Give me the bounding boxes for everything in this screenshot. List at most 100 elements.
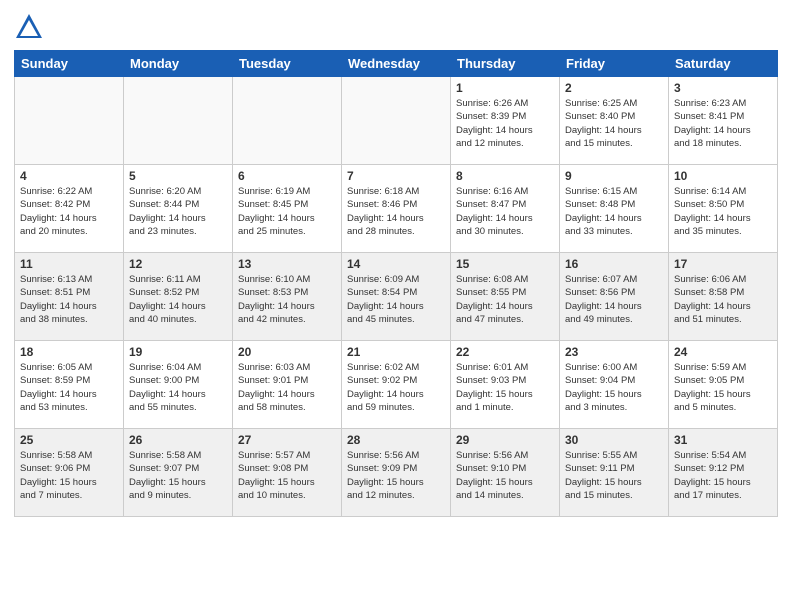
calendar-cell: 22 Sunrise: 6:01 AM Sunset: 9:03 PM Dayli…	[451, 341, 560, 429]
day-info: Sunrise: 6:09 AM Sunset: 8:54 PM Dayligh…	[347, 273, 445, 326]
calendar-cell: 23Sunrise: 6:00 AM Sunset: 9:04 PM Dayli…	[560, 341, 669, 429]
day-info: Sunrise: 5:58 AM Sunset: 9:07 PM Dayligh…	[129, 449, 227, 502]
day-info: Sunrise: 5:58 AM Sunset: 9:06 PM Dayligh…	[20, 449, 118, 502]
calendar-cell: 9 Sunrise: 6:15 AM Sunset: 8:48 PM Daylig…	[560, 165, 669, 253]
day-info: Sunrise: 6:08 AM Sunset: 8:55 PM Dayligh…	[456, 273, 554, 326]
day-number: 30	[565, 433, 663, 447]
day-info: Sunrise: 6:13 AM Sunset: 8:51 PM Dayligh…	[20, 273, 118, 326]
day-number: 22	[456, 345, 554, 359]
calendar-cell: 14 Sunrise: 6:09 AM Sunset: 8:54 PM Dayli…	[342, 253, 451, 341]
calendar-cell: 28 Sunrise: 5:56 AM Sunset: 9:09 PM Dayli…	[342, 429, 451, 517]
calendar-cell: 4 Sunrise: 6:22 AM Sunset: 8:42 PM Daylig…	[15, 165, 124, 253]
day-info: Sunrise: 6:11 AM Sunset: 8:52 PM Dayligh…	[129, 273, 227, 326]
day-number: 14	[347, 257, 445, 271]
day-info: Sunrise: 6:07 AM Sunset: 8:56 PM Dayligh…	[565, 273, 663, 326]
day-info: Sunrise: 6:01 AM Sunset: 9:03 PM Dayligh…	[456, 361, 554, 414]
calendar-cell: 19 Sunrise: 6:04 AM Sunset: 9:00 PM Dayli…	[124, 341, 233, 429]
day-number: 4	[20, 169, 118, 183]
day-number: 9	[565, 169, 663, 183]
weekday-header-sunday: Sunday	[15, 51, 124, 77]
day-number: 21	[347, 345, 445, 359]
day-number: 12	[129, 257, 227, 271]
calendar-cell: 1Sunrise: 6:26 AM Sunset: 8:39 PM Daylig…	[451, 77, 560, 165]
weekday-header-monday: Monday	[124, 51, 233, 77]
calendar-cell: 31 Sunrise: 5:54 AM Sunset: 9:12 PM Dayli…	[669, 429, 778, 517]
weekday-header-tuesday: Tuesday	[233, 51, 342, 77]
week-row-1: 4 Sunrise: 6:22 AM Sunset: 8:42 PM Daylig…	[15, 165, 778, 253]
calendar-cell: 6 Sunrise: 6:19 AM Sunset: 8:45 PM Daylig…	[233, 165, 342, 253]
calendar-cell: 25 Sunrise: 5:58 AM Sunset: 9:06 PM Dayli…	[15, 429, 124, 517]
day-number: 29	[456, 433, 554, 447]
day-info: Sunrise: 6:16 AM Sunset: 8:47 PM Dayligh…	[456, 185, 554, 238]
weekday-header-row: SundayMondayTuesdayWednesdayThursdayFrid…	[15, 51, 778, 77]
calendar-cell: 16Sunrise: 6:07 AM Sunset: 8:56 PM Dayli…	[560, 253, 669, 341]
day-number: 5	[129, 169, 227, 183]
day-info: Sunrise: 5:57 AM Sunset: 9:08 PM Dayligh…	[238, 449, 336, 502]
day-number: 6	[238, 169, 336, 183]
calendar-cell: 29 Sunrise: 5:56 AM Sunset: 9:10 PM Dayli…	[451, 429, 560, 517]
calendar-cell	[15, 77, 124, 165]
day-info: Sunrise: 6:23 AM Sunset: 8:41 PM Dayligh…	[674, 97, 772, 150]
day-info: Sunrise: 5:54 AM Sunset: 9:12 PM Dayligh…	[674, 449, 772, 502]
calendar-cell: 11 Sunrise: 6:13 AM Sunset: 8:51 PM Dayli…	[15, 253, 124, 341]
week-row-0: 1Sunrise: 6:26 AM Sunset: 8:39 PM Daylig…	[15, 77, 778, 165]
day-info: Sunrise: 6:20 AM Sunset: 8:44 PM Dayligh…	[129, 185, 227, 238]
day-info: Sunrise: 6:25 AM Sunset: 8:40 PM Dayligh…	[565, 97, 663, 150]
calendar-cell: 18Sunrise: 6:05 AM Sunset: 8:59 PM Dayli…	[15, 341, 124, 429]
calendar-cell: 3 Sunrise: 6:23 AM Sunset: 8:41 PM Daylig…	[669, 77, 778, 165]
week-row-4: 25 Sunrise: 5:58 AM Sunset: 9:06 PM Dayli…	[15, 429, 778, 517]
day-info: Sunrise: 6:00 AM Sunset: 9:04 PM Dayligh…	[565, 361, 663, 414]
day-number: 19	[129, 345, 227, 359]
day-number: 24	[674, 345, 772, 359]
week-row-2: 11 Sunrise: 6:13 AM Sunset: 8:51 PM Dayli…	[15, 253, 778, 341]
weekday-header-saturday: Saturday	[669, 51, 778, 77]
day-number: 8	[456, 169, 554, 183]
calendar-cell: 17 Sunrise: 6:06 AM Sunset: 8:58 PM Dayli…	[669, 253, 778, 341]
weekday-header-thursday: Thursday	[451, 51, 560, 77]
day-info: Sunrise: 5:56 AM Sunset: 9:09 PM Dayligh…	[347, 449, 445, 502]
logo	[14, 12, 48, 42]
day-info: Sunrise: 6:22 AM Sunset: 8:42 PM Dayligh…	[20, 185, 118, 238]
calendar-cell: 27 Sunrise: 5:57 AM Sunset: 9:08 PM Dayli…	[233, 429, 342, 517]
calendar-cell	[342, 77, 451, 165]
day-number: 7	[347, 169, 445, 183]
page-container: SundayMondayTuesdayWednesdayThursdayFrid…	[0, 0, 792, 612]
day-info: Sunrise: 6:18 AM Sunset: 8:46 PM Dayligh…	[347, 185, 445, 238]
day-info: Sunrise: 6:04 AM Sunset: 9:00 PM Dayligh…	[129, 361, 227, 414]
calendar-cell: 20Sunrise: 6:03 AM Sunset: 9:01 PM Dayli…	[233, 341, 342, 429]
day-number: 2	[565, 81, 663, 95]
calendar-cell: 2 Sunrise: 6:25 AM Sunset: 8:40 PM Daylig…	[560, 77, 669, 165]
day-number: 10	[674, 169, 772, 183]
calendar-cell: 26 Sunrise: 5:58 AM Sunset: 9:07 PM Dayli…	[124, 429, 233, 517]
day-info: Sunrise: 5:59 AM Sunset: 9:05 PM Dayligh…	[674, 361, 772, 414]
calendar-cell: 30Sunrise: 5:55 AM Sunset: 9:11 PM Dayli…	[560, 429, 669, 517]
week-row-3: 18Sunrise: 6:05 AM Sunset: 8:59 PM Dayli…	[15, 341, 778, 429]
day-number: 27	[238, 433, 336, 447]
day-number: 3	[674, 81, 772, 95]
calendar-cell: 24 Sunrise: 5:59 AM Sunset: 9:05 PM Dayli…	[669, 341, 778, 429]
day-number: 17	[674, 257, 772, 271]
day-number: 28	[347, 433, 445, 447]
calendar-cell	[233, 77, 342, 165]
day-number: 11	[20, 257, 118, 271]
calendar-cell: 5 Sunrise: 6:20 AM Sunset: 8:44 PM Daylig…	[124, 165, 233, 253]
calendar-cell: 7 Sunrise: 6:18 AM Sunset: 8:46 PM Daylig…	[342, 165, 451, 253]
day-number: 18	[20, 345, 118, 359]
day-info: Sunrise: 6:19 AM Sunset: 8:45 PM Dayligh…	[238, 185, 336, 238]
day-info: Sunrise: 6:03 AM Sunset: 9:01 PM Dayligh…	[238, 361, 336, 414]
day-info: Sunrise: 6:06 AM Sunset: 8:58 PM Dayligh…	[674, 273, 772, 326]
calendar-cell: 12 Sunrise: 6:11 AM Sunset: 8:52 PM Dayli…	[124, 253, 233, 341]
calendar-cell	[124, 77, 233, 165]
day-number: 26	[129, 433, 227, 447]
day-number: 13	[238, 257, 336, 271]
calendar-cell: 10Sunrise: 6:14 AM Sunset: 8:50 PM Dayli…	[669, 165, 778, 253]
calendar: SundayMondayTuesdayWednesdayThursdayFrid…	[14, 50, 778, 517]
calendar-cell: 8 Sunrise: 6:16 AM Sunset: 8:47 PM Daylig…	[451, 165, 560, 253]
day-number: 1	[456, 81, 554, 95]
day-number: 31	[674, 433, 772, 447]
day-info: Sunrise: 6:15 AM Sunset: 8:48 PM Dayligh…	[565, 185, 663, 238]
day-info: Sunrise: 5:56 AM Sunset: 9:10 PM Dayligh…	[456, 449, 554, 502]
header	[14, 12, 778, 42]
day-number: 25	[20, 433, 118, 447]
calendar-cell: 21Sunrise: 6:02 AM Sunset: 9:02 PM Dayli…	[342, 341, 451, 429]
